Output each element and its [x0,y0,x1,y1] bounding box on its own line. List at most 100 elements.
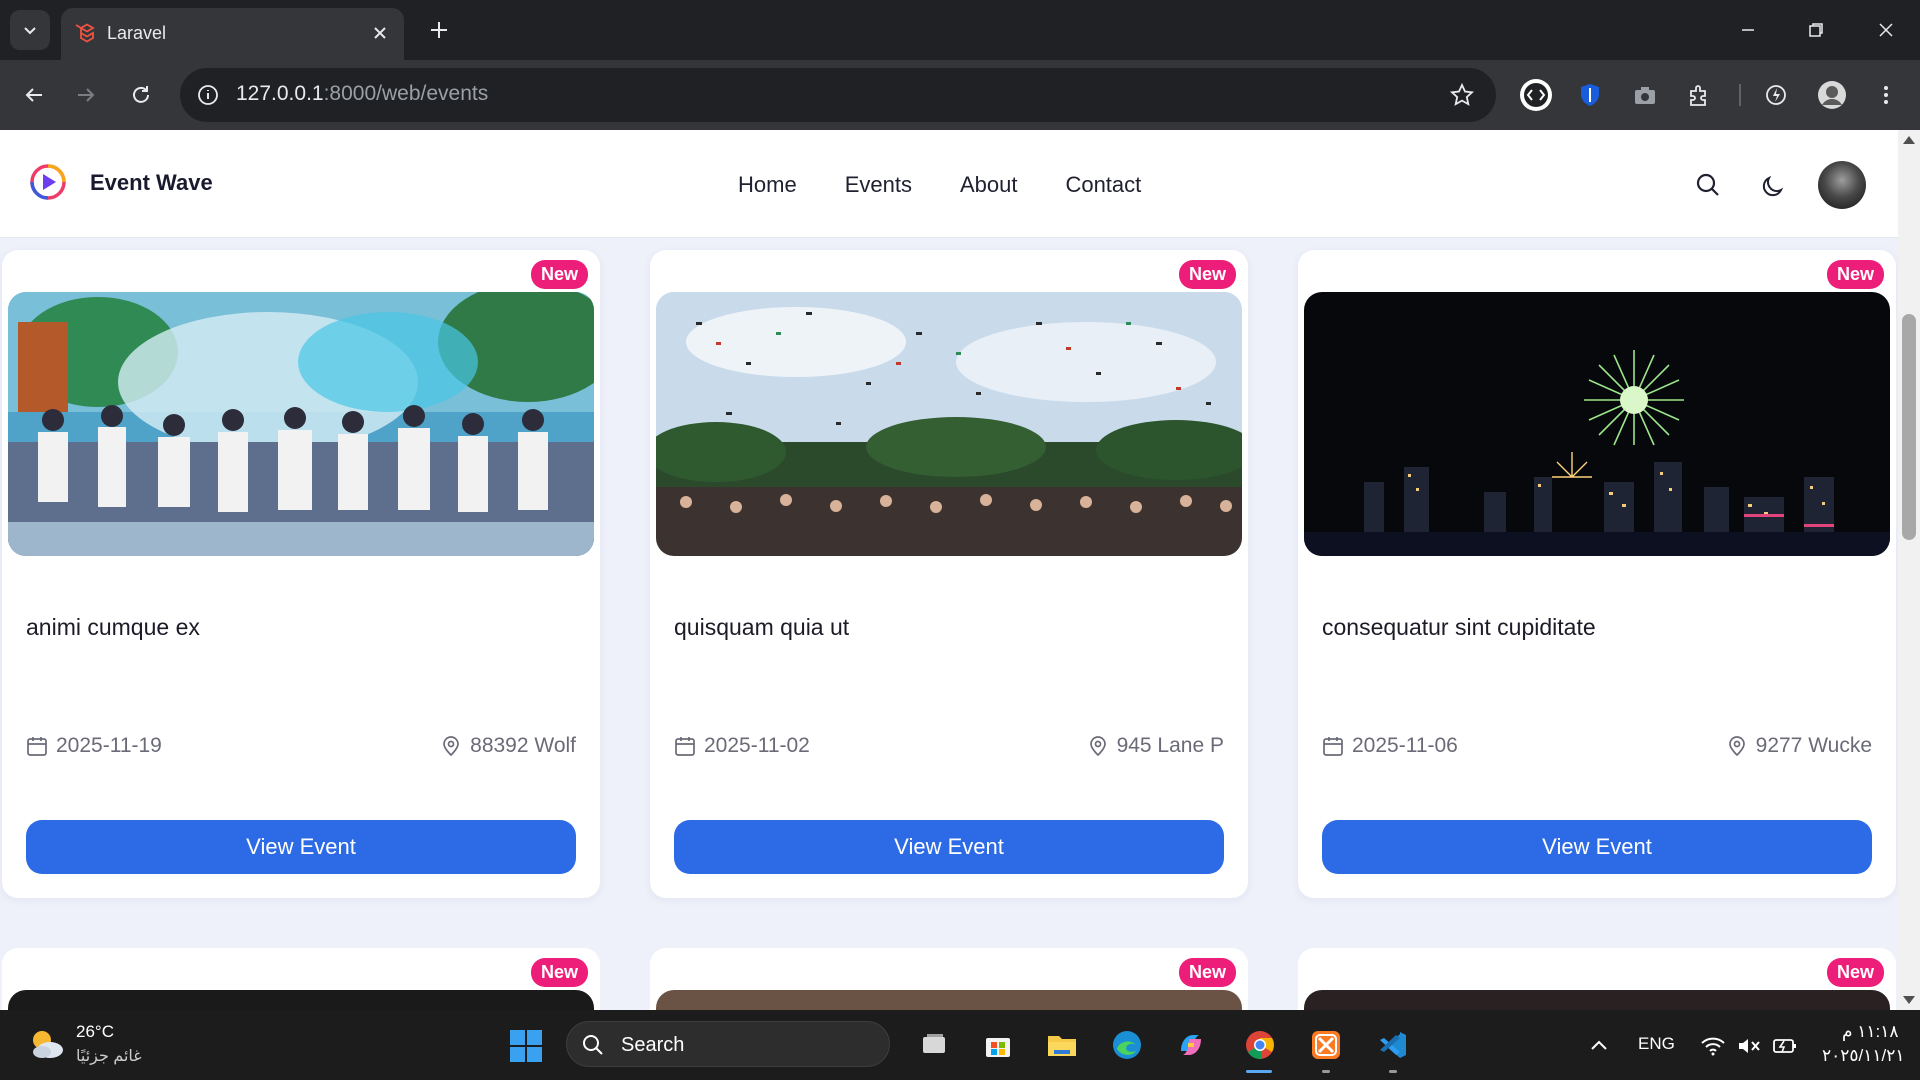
battery-icon[interactable] [1772,1034,1798,1058]
taskbar-search[interactable]: Search [566,1021,890,1067]
search-icon [583,1035,603,1055]
microsoft-store-button[interactable] [977,1024,1019,1066]
new-badge: New [1178,958,1236,987]
partly-cloudy-icon[interactable] [26,1024,66,1064]
nav-link-contact[interactable]: Contact [1065,172,1141,198]
back-button[interactable] [14,75,54,115]
performance-button[interactable] [1758,77,1794,113]
event-card: New animi cumque ex 2025-11-19 88392 Wol… [2,250,600,898]
wifi-icon[interactable] [1700,1034,1726,1058]
task-view-button[interactable] [913,1024,955,1066]
map-pin-icon [443,736,459,757]
file-explorer-button[interactable] [1041,1024,1083,1066]
brand-name[interactable]: Event Wave [90,170,213,196]
event-image[interactable] [1304,990,1890,1010]
moon-icon[interactable] [1758,170,1788,200]
nav-link-home[interactable]: Home [738,172,797,198]
menu-button[interactable] [1868,77,1904,113]
nav-link-events[interactable]: Events [845,172,912,198]
restore-button[interactable] [1796,12,1836,48]
restore-icon [1809,23,1823,37]
address-bar[interactable]: 127.0.0.1:8000/web/events [180,68,1496,122]
chevron-up-icon[interactable] [1586,1034,1612,1058]
event-title[interactable]: consequatur sint cupiditate [1322,614,1596,641]
close-window-button[interactable] [1866,12,1906,48]
extensions-button[interactable] [1681,77,1717,113]
close-icon[interactable] [368,21,392,45]
calendar-icon [27,737,47,756]
fireworks-city-image [1304,292,1890,556]
extension-bracket[interactable] [1518,77,1554,113]
scroll-down-arrow-icon[interactable] [1903,996,1915,1004]
search-icon[interactable] [1693,170,1723,200]
event-date: 2025-11-02 [674,734,810,758]
event-location: 9277 Wucke [1726,734,1872,758]
forward-button[interactable] [66,75,106,115]
shield-icon [1581,84,1599,106]
nav-link-about[interactable]: About [960,172,1018,198]
user-avatar[interactable] [1818,161,1866,209]
browser-tab-bar: Laravel [0,0,1920,60]
chrome-active-indicator [1246,1070,1272,1073]
brand-logo-icon[interactable] [28,162,68,202]
camera-icon [1635,87,1655,104]
folder-icon [1048,1036,1076,1056]
copilot-button[interactable] [1170,1024,1212,1066]
weather-temperature[interactable]: 26°C [76,1022,114,1042]
laravel-icon [75,23,95,43]
url-text[interactable]: 127.0.0.1:8000/web/events [236,82,488,106]
url-path: :8000/web/events [323,82,489,105]
xampp-button[interactable] [1305,1024,1347,1066]
event-card: New [650,948,1248,1010]
scroll-up-arrow-icon[interactable] [1903,136,1915,144]
windows-start-icon[interactable] [508,1028,544,1064]
page-scrollbar[interactable] [1898,130,1920,1010]
event-image[interactable] [8,990,594,1010]
event-date-text: 2025-11-02 [704,734,810,757]
clock-time[interactable]: ١١:١٨ م [1842,1022,1899,1042]
view-event-button[interactable]: View Event [26,820,576,874]
event-card: New [2,948,600,1010]
tab-search-button[interactable] [10,10,50,50]
store-icon [986,1038,1010,1057]
view-event-button[interactable]: View Event [1322,820,1872,874]
weather-description[interactable]: غائم جزئيًا [76,1046,142,1066]
chrome-button[interactable] [1239,1024,1281,1066]
speed-icon [1766,85,1786,105]
minimize-icon [1742,29,1754,31]
extension-camera[interactable] [1627,77,1663,113]
task-view-icon [923,1034,945,1053]
page-viewport: Event Wave Home Events About Contact New… [0,130,1898,1010]
vscode-button[interactable] [1372,1024,1414,1066]
view-event-button[interactable]: View Event [674,820,1224,874]
edge-button[interactable] [1106,1024,1148,1066]
event-location-text: 9277 Wucke [1755,734,1872,757]
browser-toolbar: 127.0.0.1:8000/web/events [0,60,1920,130]
event-card: New quisquam quia ut 2025-11-02 945 Lane… [650,250,1248,898]
star-icon[interactable] [1448,81,1476,109]
input-language[interactable]: ENG [1638,1034,1675,1054]
event-title[interactable]: animi cumque ex [26,614,200,641]
event-title[interactable]: quisquam quia ut [674,614,849,641]
event-image[interactable] [656,292,1242,556]
extension-bitwarden[interactable] [1572,77,1608,113]
event-location-text: 945 Lane P [1116,734,1224,757]
clock-date[interactable]: ٢٠٢٥/١١/٢١ [1822,1046,1905,1066]
event-image[interactable] [656,990,1242,1010]
reload-button[interactable] [121,75,161,115]
map-pin-icon [1728,736,1745,757]
site-header: Event Wave Home Events About Contact [0,130,1898,238]
browser-tab[interactable]: Laravel [61,8,404,60]
calendar-icon [1323,737,1343,756]
minimize-button[interactable] [1728,12,1768,48]
scroll-thumb[interactable] [1902,314,1916,540]
new-tab-plus-icon[interactable] [423,14,455,46]
profile-button[interactable] [1814,77,1850,113]
taskbar-search-label: Search [621,1034,685,1056]
event-image[interactable] [1304,292,1890,556]
event-meta: 2025-11-06 9277 Wucke [1322,734,1872,764]
info-icon[interactable] [194,81,222,109]
volume-muted-icon[interactable] [1736,1034,1762,1058]
event-meta: 2025-11-02 945 Lane P [674,734,1224,764]
event-image[interactable] [8,292,594,556]
